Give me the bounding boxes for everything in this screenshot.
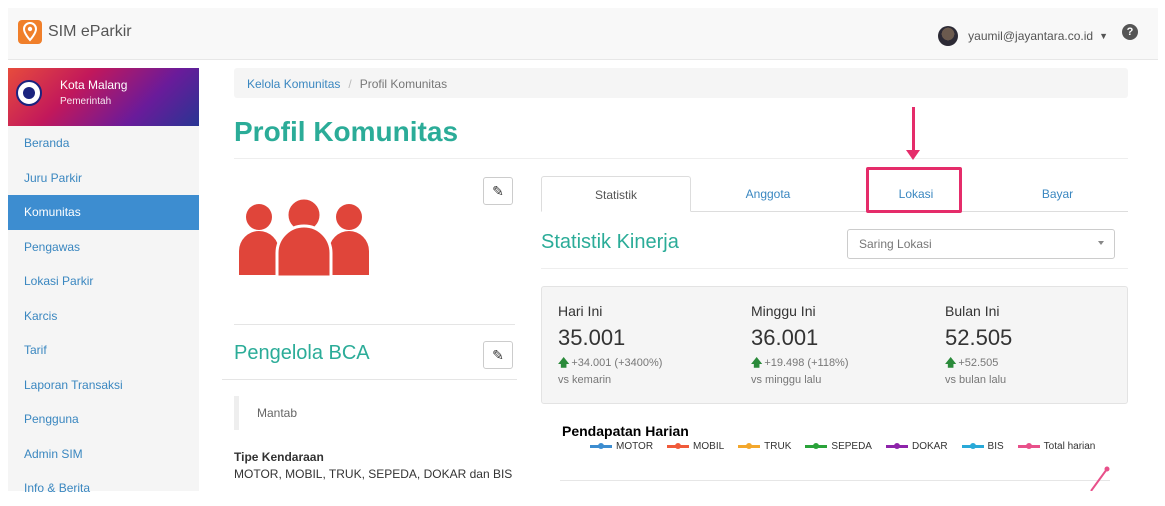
legend-marker [805,443,828,449]
vehicle-type-label: Tipe Kendaraan [234,450,324,464]
legend-label: MOBIL [693,441,725,452]
legend-item[interactable]: MOBIL [667,441,724,452]
legend-label: Total harian [1043,441,1096,452]
user-menu[interactable]: yaumil@jayantara.co.id ▼ [938,26,1108,46]
community-name: Pengelola BCA [234,342,370,364]
sidebar-item-pengguna[interactable]: Pengguna [8,402,199,437]
kpi-label: Bulan Ini [945,303,1000,319]
divider [541,268,1128,269]
legend-item[interactable]: TRUK [738,441,791,452]
kpi-value: 36.001 [751,325,819,350]
kpi-label: Minggu Ini [751,303,816,319]
chevron-down-icon: ▼ [1099,31,1108,41]
legend-label: BIS [987,441,1004,452]
kpi-delta: +19.498 (+118%) [764,357,849,369]
edit-info-button[interactable]: ✎ [483,341,513,369]
user-email: yaumil@jayantara.co.id [968,29,1094,43]
pointer-arrow [912,107,915,152]
location-pin-icon [18,20,42,44]
divider [234,324,515,325]
org-header: Kota Malang Pemerintah [8,68,199,126]
sidebar-item-karcis[interactable]: Karcis [8,299,199,334]
community-description: Mantab [234,396,514,430]
kpi-delta: +34.001 (+3400%) [571,357,663,369]
kpi-compare: vs kemarin [558,374,612,386]
page-title: Profil Komunitas [234,116,459,147]
avatar [938,26,959,46]
sidebar-item-pengawas[interactable]: Pengawas [8,230,199,265]
brand[interactable]: SIM eParkir [18,20,132,44]
kpi-compare: vs bulan lalu [945,374,1007,386]
legend-marker [961,443,984,449]
sidebar-item-laporan-transaksi[interactable]: Laporan Transaksi [8,368,199,403]
legend-marker [590,443,612,449]
kpi-today: Hari Ini 35.001 🡅 +34.001 (+3400%) vs kem… [558,303,662,386]
lokasi-tab-highlight [866,167,962,213]
org-name: Kota Malang [60,78,128,92]
kpi-month: Bulan Ini 52.505 🡅 +52.505 vs bulan lalu [945,303,1012,386]
legend-item[interactable]: Total harian [1017,441,1096,452]
breadcrumb-link[interactable]: Kelola Komunitas [247,77,340,91]
kpi-value: 35.001 [558,325,626,350]
arrow-up-icon: 🡅 [945,357,957,369]
profile-tabs: Statistik Anggota Lokasi Bayar [541,176,1128,212]
kpi-delta: +52.505 [958,357,999,369]
legend-label: SEPEDA [831,441,872,452]
tab-anggota[interactable]: Anggota [691,176,845,212]
legend-marker [1017,443,1040,449]
breadcrumb-current: Profil Komunitas [359,77,448,91]
kpi-value: 52.505 [945,325,1013,350]
location-filter-select[interactable]: Saring Lokasi [847,229,1115,259]
legend-marker [667,443,690,449]
sidebar-item-komunitas[interactable]: Komunitas [8,195,199,230]
kpi-label: Hari Ini [558,303,603,319]
sidebar-item-beranda[interactable]: Beranda [8,126,199,161]
divider [234,158,1128,159]
sidebar-item-juru-parkir[interactable]: Juru Parkir [8,161,199,196]
sidebar-item-tarif[interactable]: Tarif [8,333,199,368]
legend-label: MOTOR [616,441,654,452]
app-title: SIM eParkir [48,23,132,40]
edit-photo-button[interactable]: ✎ [483,177,513,205]
breadcrumb-separator: / [348,77,352,91]
edit-icon: ✎ [492,347,504,363]
kpi-compare: vs minggu lalu [751,374,822,386]
breadcrumb: Kelola Komunitas / Profil Komunitas [234,68,1128,98]
kpi-panel: Hari Ini 35.001 🡅 +34.001 (+3400%) vs kem… [541,286,1128,404]
legend-marker [885,443,908,449]
chart-series-line [1090,466,1110,491]
sidebar-item-admin-sim[interactable]: Admin SIM [8,437,199,472]
legend-marker [738,443,761,449]
legend-item[interactable]: MOTOR [590,441,653,452]
arrow-down-icon [906,150,920,160]
sidebar: Kota Malang Pemerintah Beranda Juru Park… [8,68,199,495]
chart-gridline [560,480,1110,481]
chevron-down-icon [1098,241,1104,245]
vehicle-type-value: MOTOR, MOBIL, TRUK, SEPEDA, DOKAR dan BI… [234,467,513,481]
divider [222,379,517,380]
org-type: Pemerintah [60,96,112,107]
sidebar-item-lokasi-parkir[interactable]: Lokasi Parkir [8,264,199,299]
edit-icon: ✎ [492,183,504,199]
community-group-icon [237,195,371,282]
tab-statistik[interactable]: Statistik [541,176,691,212]
arrow-up-icon: 🡅 [751,357,763,369]
stats-title: Statistik Kinerja [541,231,679,253]
arrow-up-icon: 🡅 [558,357,570,369]
chart-legend: MOTOR MOBIL TRUK SEPEDA DOKAR BIS Total harian [590,441,1095,452]
legend-item[interactable]: BIS [961,441,1004,452]
legend-item[interactable]: DOKAR [885,441,948,452]
org-emblem-icon [16,80,42,106]
kpi-week: Minggu Ini 36.001 🡅 +19.498 (+118%) vs mi… [751,303,849,386]
legend-item[interactable]: SEPEDA [805,441,872,452]
legend-label: TRUK [764,441,792,452]
sidebar-item-info-berita[interactable]: Info & Berita [8,471,199,506]
chart-title: Pendapatan Harian [562,423,689,439]
tab-bayar[interactable]: Bayar [987,176,1128,212]
top-navbar: SIM eParkir yaumil@jayantara.co.id ▼ ? [8,8,1158,60]
legend-label: DOKAR [911,441,948,452]
help-icon[interactable]: ? [1122,24,1138,40]
filter-placeholder: Saring Lokasi [859,237,932,251]
